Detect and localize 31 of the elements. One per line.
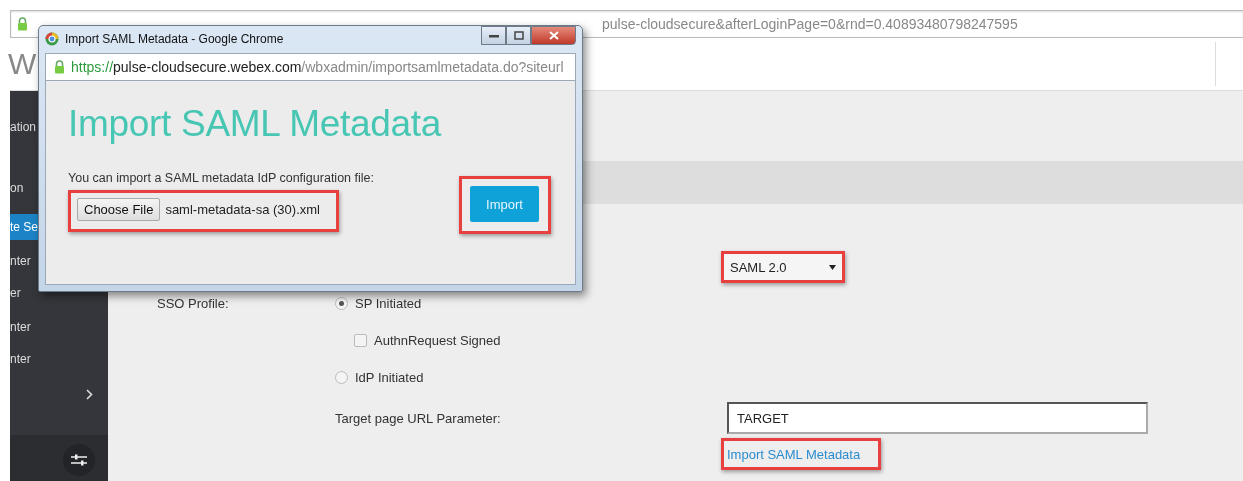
input-field[interactable]: TARGET xyxy=(727,402,1148,434)
close-button[interactable] xyxy=(531,26,576,45)
protocol-select[interactable]: SAML 2.0 xyxy=(724,254,842,280)
file-name: saml-metadata-sa (30).xml xyxy=(165,202,320,217)
address-text[interactable]: pulse-cloudsecure&afterLoginPage=0&rnd=0.40893480798247595 xyxy=(602,16,1018,32)
prompt-text: You can import a SAML metadata IdP configuration file: xyxy=(68,171,375,185)
option-label: AuthnRequest Signed xyxy=(374,332,501,348)
browser-icon xyxy=(45,31,59,46)
option-label: SP Initiated xyxy=(355,295,422,311)
radio-button[interactable] xyxy=(335,296,348,310)
checkbox[interactable] xyxy=(354,333,367,347)
field-label: Target page URL Parameter: xyxy=(335,410,502,426)
field-label: SSO Profile: xyxy=(157,295,230,311)
lock-icon xyxy=(54,60,65,74)
minimize-icon xyxy=(488,33,499,38)
dialog-heading: Import SAML Metadata xyxy=(68,103,443,145)
choose-file-button[interactable]: Choose File xyxy=(77,198,161,221)
sidebar-item[interactable]: nter xyxy=(10,316,108,338)
window-title: Import SAML Metadata - Google Chrome xyxy=(65,31,284,46)
sliders-icon[interactable] xyxy=(63,444,95,476)
radio-button[interactable] xyxy=(335,370,348,384)
minimize-button[interactable] xyxy=(481,26,506,45)
maximize-button[interactable] xyxy=(506,26,531,45)
chevron-icon[interactable] xyxy=(86,389,93,400)
maximize-icon xyxy=(513,31,524,40)
caret-icon xyxy=(829,264,836,270)
logo-text: W xyxy=(8,47,37,81)
option-label: IdP Initiated xyxy=(355,369,424,385)
sidebar-item[interactable]: nter xyxy=(10,348,108,370)
lock-icon xyxy=(17,17,28,31)
close-icon xyxy=(548,31,559,40)
